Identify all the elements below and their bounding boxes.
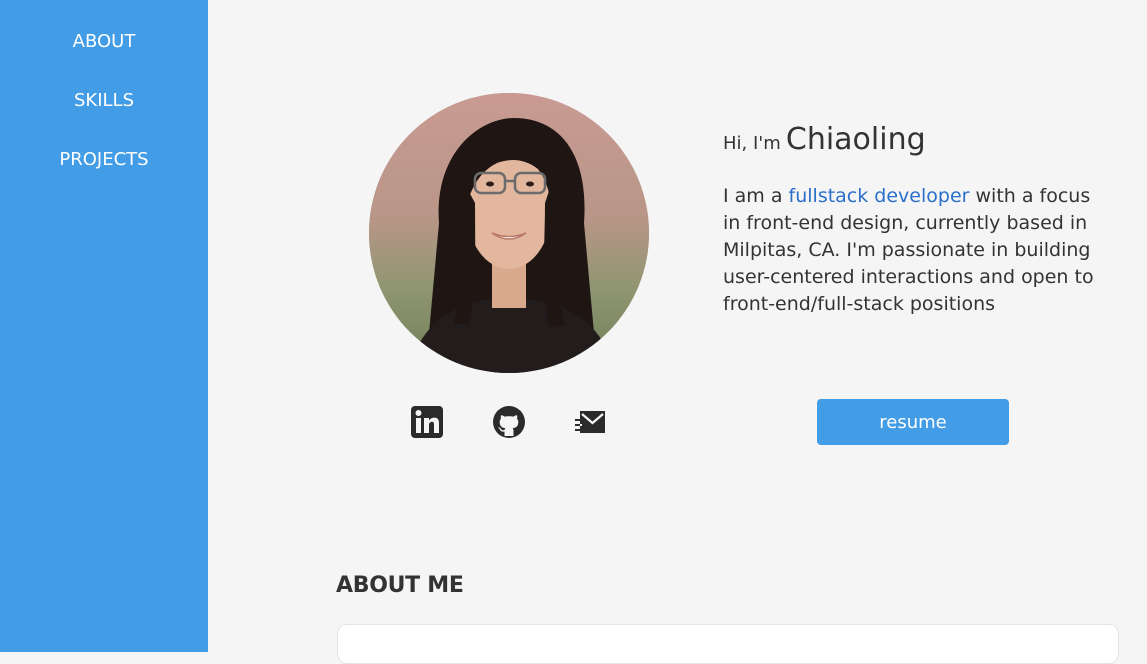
sidebar-nav: ABOUT SKILLS PROJECTS — [0, 0, 208, 652]
about-card — [337, 624, 1119, 664]
profile-photo — [369, 93, 649, 373]
about-section-title: ABOUT ME — [336, 573, 464, 598]
greeting: Hi, I'm Chiaoling — [723, 122, 926, 157]
github-icon[interactable] — [492, 405, 526, 439]
intro-text: I am a fullstack developer with a focus … — [723, 183, 1108, 318]
resume-button[interactable]: resume — [817, 399, 1009, 445]
email-icon[interactable] — [574, 405, 608, 439]
nav-item-projects[interactable]: PROJECTS — [0, 149, 208, 171]
nav-item-skills[interactable]: SKILLS — [0, 90, 208, 112]
person-name: Chiaoling — [785, 122, 926, 157]
linkedin-icon[interactable] — [410, 405, 444, 439]
intro-before: I am a — [723, 185, 783, 207]
greeting-prefix: Hi, I'm — [723, 133, 781, 154]
intro-highlight: fullstack developer — [788, 185, 970, 207]
nav-item-about[interactable]: ABOUT — [0, 31, 208, 53]
